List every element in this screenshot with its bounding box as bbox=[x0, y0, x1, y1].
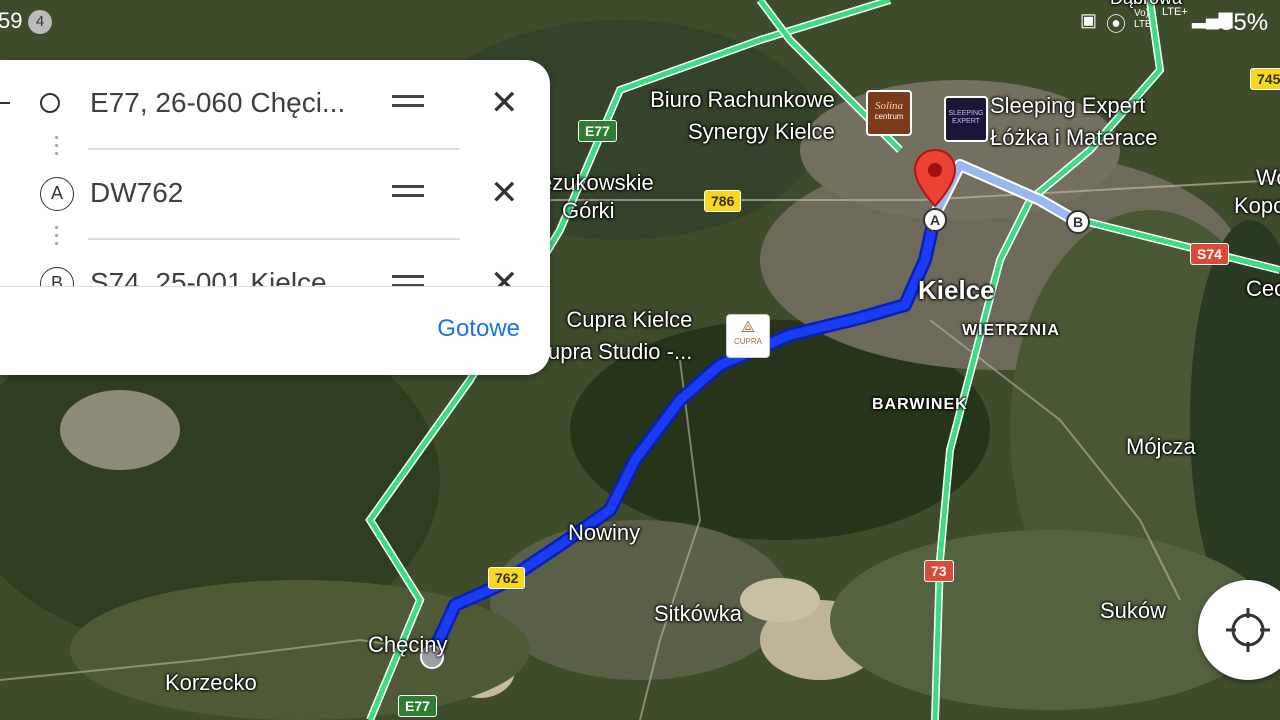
place-label-wietrznia: WIETRZNIA bbox=[962, 322, 1060, 339]
stop-divider bbox=[88, 148, 460, 150]
poi-cupra-icon-text: CUPRA bbox=[733, 337, 762, 346]
marker-a[interactable]: A bbox=[923, 208, 947, 232]
route-edit-panel: E77, 26-060 Chęci... ✕ A DW762 ✕ B S74, … bbox=[0, 60, 550, 375]
remove-stop-icon[interactable]: ✕ bbox=[490, 83, 519, 123]
route-stop-origin-text[interactable]: E77, 26-060 Chęci... bbox=[90, 87, 345, 119]
poi-cupra-label[interactable]: Cupra Kielce upra Studio -... bbox=[548, 304, 692, 368]
shield-786: 786 bbox=[704, 190, 742, 212]
poi-biuro-label[interactable]: Biuro Rachunkowe Synergy Kielce bbox=[640, 84, 835, 148]
poi-sleeping-label[interactable]: Sleeping Expert Łóżka i Materace bbox=[990, 90, 1158, 154]
crosshair-icon bbox=[1226, 608, 1270, 652]
route-stop-origin[interactable]: E77, 26-060 Chęci... ✕ bbox=[0, 75, 550, 135]
place-label-wo: Wo bbox=[1256, 165, 1280, 190]
place-label-kopo: Kopo bbox=[1234, 193, 1280, 218]
poi-sleeping-icon-text: SLEEPING EXPERT bbox=[948, 110, 984, 125]
screenshot-icon: ▣ bbox=[1080, 10, 1098, 30]
poi-biuro-line1: Biuro Rachunkowe bbox=[650, 87, 835, 112]
place-label-cec: Cec bbox=[1246, 276, 1280, 301]
marker-b[interactable]: B bbox=[1066, 210, 1090, 234]
battery-percent: 55% bbox=[1220, 9, 1269, 36]
done-button[interactable]: Gotowe bbox=[437, 315, 520, 343]
destination-pin-icon[interactable] bbox=[912, 148, 958, 210]
route-stop-a-text[interactable]: DW762 bbox=[90, 177, 183, 209]
drag-handle-icon[interactable] bbox=[392, 185, 424, 203]
lte-label: LTE+ bbox=[1162, 6, 1188, 18]
route-dots bbox=[55, 136, 59, 160]
place-label-sukow: Suków bbox=[1100, 598, 1167, 623]
place-label-sitkowka: Sitkówka bbox=[654, 601, 743, 626]
poi-cupra-line1: Cupra Kielce bbox=[566, 307, 693, 332]
status-time: 59 bbox=[0, 8, 23, 33]
shield-73: 73 bbox=[924, 560, 954, 582]
place-label-gorki: Górki bbox=[562, 198, 615, 223]
status-bar: 59 4 ▣ ⦿ Vo) LTE LTE+ ▂▄▆ 55% bbox=[0, 0, 1280, 42]
poi-cupra-line2: upra Studio -... bbox=[548, 339, 693, 364]
drag-handle-icon[interactable] bbox=[392, 95, 424, 113]
remove-stop-icon[interactable]: ✕ bbox=[490, 173, 519, 213]
panel-footer: Gotowe bbox=[0, 287, 550, 375]
place-label-korzecko: Korzecko bbox=[165, 670, 257, 695]
volte-label: Vo) LTE bbox=[1134, 8, 1152, 30]
shield-s74: S74 bbox=[1190, 243, 1229, 265]
shield-e77-bottom: E77 bbox=[398, 695, 437, 717]
shield-745: 745 bbox=[1250, 68, 1280, 90]
poi-biuro-line2: Synergy Kielce bbox=[688, 119, 835, 144]
poi-biuro-icon[interactable]: Solina centrum bbox=[866, 90, 912, 136]
poi-biuro-icon-sub: centrum bbox=[874, 112, 904, 121]
route-stop-a[interactable]: A DW762 ✕ bbox=[0, 165, 550, 225]
origin-circle-icon bbox=[40, 93, 60, 113]
poi-sleeping-line2: Łóżka i Materace bbox=[990, 125, 1158, 150]
stop-a-icon: A bbox=[40, 177, 74, 211]
shield-762: 762 bbox=[488, 567, 526, 589]
location-icon: ⦿ bbox=[1106, 14, 1126, 36]
cupra-logo-icon: ⟁ bbox=[740, 319, 756, 336]
notification-count-badge: 4 bbox=[28, 10, 52, 34]
place-label-nowiny: Nowiny bbox=[568, 520, 641, 545]
poi-biuro-icon-text: Solina bbox=[874, 100, 904, 112]
route-dots bbox=[55, 226, 59, 250]
place-label-barwinek: BARWINEK bbox=[872, 396, 968, 413]
place-label-mojcza: Mójcza bbox=[1126, 434, 1196, 459]
shield-e77-top: E77 bbox=[578, 120, 617, 142]
place-label-zukowskie: ezukowskie bbox=[540, 170, 654, 195]
stop-divider bbox=[88, 238, 460, 240]
poi-cupra-icon[interactable]: ⟁ CUPRA bbox=[726, 314, 770, 358]
poi-sleeping-line1: Sleeping Expert bbox=[990, 93, 1146, 118]
poi-sleeping-icon[interactable]: SLEEPING EXPERT bbox=[944, 96, 988, 142]
place-label-checiny: Chęciny bbox=[368, 632, 448, 657]
my-location-button[interactable] bbox=[1198, 580, 1280, 680]
place-label-kielce: Kielce bbox=[918, 275, 995, 305]
